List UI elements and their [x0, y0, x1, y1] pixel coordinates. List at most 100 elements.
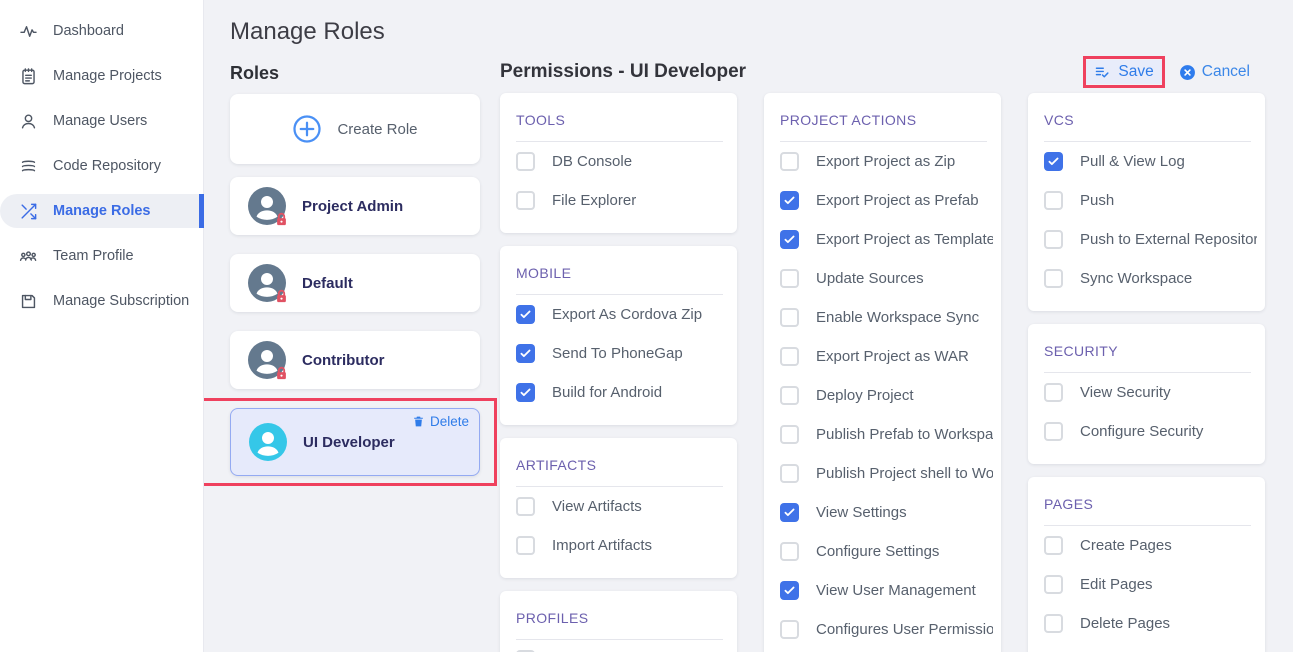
checkbox-checked[interactable] — [516, 344, 535, 363]
permission-section-vcs: VCSPull & View LogPushPush to External R… — [1028, 93, 1265, 311]
permission-row-build-for-android[interactable]: Build for Android — [516, 373, 729, 412]
permission-row-view-security[interactable]: View Security — [1044, 373, 1257, 412]
permission-row-export-project-as-template[interactable]: Export Project as Template . — [780, 220, 993, 259]
lock-icon — [273, 288, 290, 305]
checkbox-unchecked[interactable] — [780, 620, 799, 639]
permission-row-edit-pages[interactable]: Edit Pages — [1044, 565, 1257, 604]
permission-label: Import Artifacts — [552, 537, 652, 554]
create-role-button[interactable]: Create Role — [230, 94, 480, 164]
permission-row-send-to-phonegap[interactable]: Send To PhoneGap — [516, 334, 729, 373]
permission-row-enable-workspace-sync[interactable]: Enable Workspace Sync — [780, 298, 993, 337]
cancel-button[interactable]: Cancel — [1179, 63, 1250, 81]
checkbox-unchecked[interactable] — [780, 425, 799, 444]
role-card-default[interactable]: Default — [230, 254, 480, 312]
permission-row-publish-project-shell-to-wor[interactable]: Publish Project shell to Wor. — [780, 454, 993, 493]
permission-row-pull-view-log[interactable]: Pull & View Log — [1044, 142, 1257, 181]
permission-label: View Security — [1080, 384, 1171, 401]
checkbox-checked[interactable] — [780, 503, 799, 522]
permission-row-import-artifacts[interactable]: Import Artifacts — [516, 526, 729, 565]
role-name: Contributor — [302, 352, 384, 369]
checkbox-unchecked[interactable] — [1044, 383, 1063, 402]
permission-row-export-project-as-prefab[interactable]: Export Project as Prefab — [780, 181, 993, 220]
permissions-actions: Save Cancel — [1086, 60, 1250, 84]
permission-section-security: SECURITYView SecurityConfigure Security — [1028, 324, 1265, 464]
permission-row-push[interactable]: Push — [1044, 181, 1257, 220]
permission-row-export-as-cordova-zip[interactable]: Export As Cordova Zip — [516, 295, 729, 334]
permission-label: Export Project as Template . — [816, 231, 993, 248]
role-avatar-icon — [248, 264, 286, 302]
sidebar-item-manage-users[interactable]: Manage Users — [0, 104, 203, 138]
sidebar-item-code-repository[interactable]: Code Repository — [0, 149, 203, 183]
checkbox-unchecked[interactable] — [1044, 422, 1063, 441]
lock-icon — [273, 365, 290, 382]
cancel-button-label: Cancel — [1202, 63, 1250, 81]
permission-row-file-explorer[interactable]: File Explorer — [516, 181, 729, 220]
checkbox-unchecked[interactable] — [1044, 230, 1063, 249]
checkbox-unchecked[interactable] — [780, 464, 799, 483]
sidebar-item-label: Team Profile — [53, 248, 134, 264]
permission-label: Configure Settings — [816, 543, 939, 560]
permission-row-export-project-as-zip[interactable]: Export Project as Zip — [780, 142, 993, 181]
permission-row-view-artifacts[interactable]: View Artifacts — [516, 487, 729, 526]
checkbox-unchecked[interactable] — [516, 497, 535, 516]
permission-row-delete-pages[interactable]: Delete Pages — [1044, 604, 1257, 643]
checkbox-unchecked[interactable] — [1044, 191, 1063, 210]
checkbox-unchecked[interactable] — [780, 152, 799, 171]
list-check-icon — [1094, 64, 1111, 81]
permission-row-configures-user-permissions[interactable]: Configures User Permissions — [780, 610, 993, 649]
permission-row-configure-settings[interactable]: Configure Settings — [780, 532, 993, 571]
checkbox-unchecked[interactable] — [1044, 269, 1063, 288]
checkbox-unchecked[interactable] — [780, 269, 799, 288]
checkbox-unchecked[interactable] — [780, 386, 799, 405]
checkbox-checked[interactable] — [516, 383, 535, 402]
floppy-icon — [19, 292, 38, 311]
permission-row-update-sources[interactable]: Update Sources — [780, 259, 993, 298]
role-card-ui-developer[interactable]: UI Developer Delete — [230, 408, 480, 476]
checkbox-checked[interactable] — [780, 191, 799, 210]
permission-row-view-user-management[interactable]: View User Management — [780, 571, 993, 610]
sidebar-item-team-profile[interactable]: Team Profile — [0, 239, 203, 273]
permission-row-create-pages[interactable]: Create Pages — [1044, 526, 1257, 565]
save-button[interactable]: Save — [1086, 60, 1161, 84]
permission-row-db-console[interactable]: DB Console — [516, 142, 729, 181]
role-card-project-admin[interactable]: Project Admin — [230, 177, 480, 235]
permission-row-view-settings[interactable]: View Settings — [780, 493, 993, 532]
permission-row-publish-prefab-to-workspace[interactable]: Publish Prefab to Workspace — [780, 415, 993, 454]
checkbox-unchecked[interactable] — [1044, 575, 1063, 594]
permission-row-sync-workspace[interactable]: Sync Workspace — [1044, 259, 1257, 298]
sidebar-item-manage-subscription[interactable]: Manage Subscription — [0, 284, 203, 318]
role-card-contributor[interactable]: Contributor — [230, 331, 480, 389]
sidebar-item-manage-roles[interactable]: Manage Roles — [0, 194, 203, 228]
checkbox-unchecked[interactable] — [516, 536, 535, 555]
checkbox-unchecked[interactable] — [780, 347, 799, 366]
checkbox-unchecked[interactable] — [780, 308, 799, 327]
annotation-box: UI Developer Delete — [230, 408, 480, 476]
permission-label: Pull & View Log — [1080, 153, 1185, 170]
checkbox-unchecked[interactable] — [516, 191, 535, 210]
sidebar-item-dashboard[interactable]: Dashboard — [0, 14, 203, 48]
sidebar-item-label: Dashboard — [53, 23, 124, 39]
checkbox-unchecked[interactable] — [1044, 614, 1063, 633]
checkbox-unchecked[interactable] — [516, 152, 535, 171]
permission-row-configure-security[interactable]: Configure Security — [1044, 412, 1257, 451]
permission-section-profiles: PROFILESConfigure Profiles — [500, 591, 737, 652]
page-title: Manage Roles — [230, 18, 1293, 46]
permission-row-configure-profiles[interactable]: Configure Profiles — [516, 640, 729, 652]
checkbox-checked[interactable] — [516, 305, 535, 324]
permission-row-deploy-project[interactable]: Deploy Project — [780, 376, 993, 415]
checkbox-unchecked[interactable] — [780, 542, 799, 561]
checkbox-checked[interactable] — [780, 230, 799, 249]
permissions-title: Permissions - UI Developer — [500, 61, 746, 83]
role-name: UI Developer — [303, 434, 395, 451]
sidebar-item-manage-projects[interactable]: Manage Projects — [0, 59, 203, 93]
checkbox-checked[interactable] — [780, 581, 799, 600]
checkbox-checked[interactable] — [1044, 152, 1063, 171]
permission-row-push-to-external-repository[interactable]: Push to External Repository — [1044, 220, 1257, 259]
checkbox-unchecked[interactable] — [1044, 536, 1063, 555]
x-circle-icon — [1179, 64, 1196, 81]
permission-row-view-pages[interactable]: View Pages — [1044, 643, 1257, 652]
permission-row-export-project-as-war[interactable]: Export Project as WAR — [780, 337, 993, 376]
section-title: TOOLS — [516, 105, 723, 142]
roles-panel: Roles Create Role Project AdminDefaultCo… — [230, 46, 480, 652]
delete-role-button[interactable]: Delete — [412, 414, 469, 429]
